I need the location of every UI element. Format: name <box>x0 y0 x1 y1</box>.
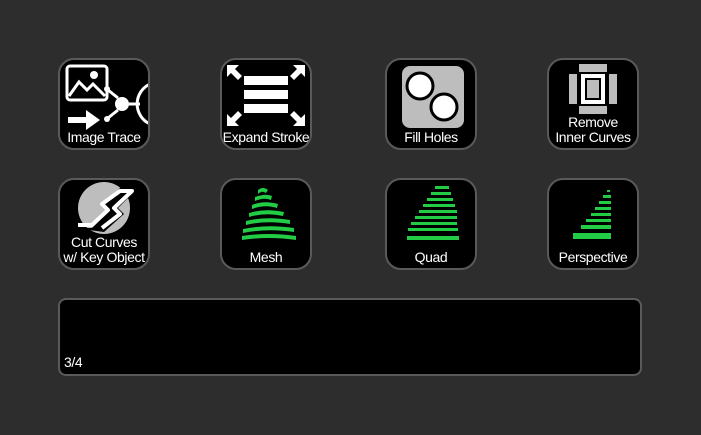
fill-holes-label: Fill Holes <box>404 129 458 145</box>
mesh-button[interactable]: Mesh <box>220 178 312 270</box>
cut-curves-label: Cut Curves w/ Key Object <box>63 234 145 265</box>
remove-inner-curves-button[interactable]: Remove Inner Curves <box>547 58 639 150</box>
cut-curves-button[interactable]: Cut Curves w/ Key Object <box>58 178 150 270</box>
expand-stroke-button[interactable]: Expand Stroke <box>220 58 312 150</box>
quad-label: Quad <box>414 249 448 265</box>
perspective-label: Perspective <box>558 249 628 265</box>
image-trace-button[interactable]: Image Trace <box>58 58 150 150</box>
perspective-button[interactable]: Perspective <box>547 178 639 270</box>
remove-inner-curves-label: Remove Inner Curves <box>555 114 631 145</box>
image-trace-label: Image Trace <box>67 129 141 145</box>
expand-stroke-label: Expand Stroke <box>222 129 310 145</box>
page-indicator: 3/4 <box>64 354 83 370</box>
touch-strip-panel[interactable]: 3/4 <box>58 298 642 376</box>
fill-holes-button[interactable]: Fill Holes <box>385 58 477 150</box>
quad-button[interactable]: Quad <box>385 178 477 270</box>
stream-deck-page: Image Trace Expand Stroke Fill Holes Rem… <box>0 0 701 435</box>
mesh-label: Mesh <box>249 249 283 265</box>
